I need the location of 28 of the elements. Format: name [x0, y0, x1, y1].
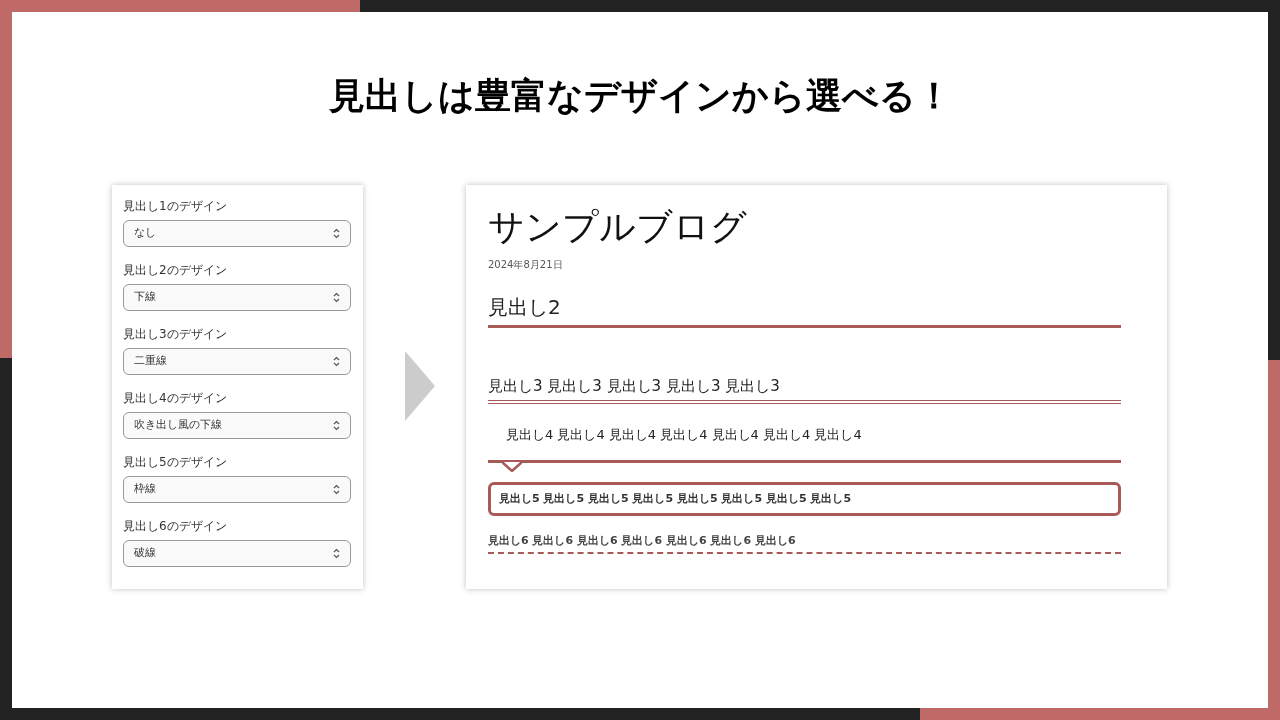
setting-label: 見出し4のデザイン [123, 391, 228, 406]
heading: 見出し6 見出し6 見出し6 見出し6 見出し6 見出し6 見出し6 [488, 534, 1121, 554]
setting-label: 見出し2のデザイン [123, 263, 228, 278]
chevron-updown-icon [333, 420, 340, 431]
design-select[interactable]: 吹き出し風の下線 [123, 412, 351, 439]
heading: 見出し4 見出し4 見出し4 見出し4 見出し4 見出し4 見出し4 [488, 426, 1121, 463]
setting-label: 見出し3のデザイン [123, 327, 228, 342]
setting-label: 見出し1のデザイン [123, 199, 228, 214]
blog-title: サンプルブログ [488, 205, 747, 249]
heading: 見出し5 見出し5 見出し5 見出し5 見出し5 見出し5 見出し5 見出し5 [488, 482, 1121, 516]
heading: 見出し3 見出し3 見出し3 見出し3 見出し3 [488, 376, 1121, 404]
chevron-updown-icon [333, 356, 340, 367]
design-select[interactable]: 二重線 [123, 348, 351, 375]
chevron-updown-icon [333, 292, 340, 303]
post-date: 2024年8月21日 [488, 259, 563, 271]
setting-label: 見出し5のデザイン [123, 455, 228, 470]
speech-tail-icon [502, 462, 522, 472]
design-select[interactable]: なし [123, 220, 351, 247]
design-select[interactable]: 下線 [123, 284, 351, 311]
design-select[interactable]: 破線 [123, 540, 351, 567]
arrow-icon [405, 351, 435, 421]
chevron-updown-icon [333, 484, 340, 495]
design-select[interactable]: 枠線 [123, 476, 351, 503]
slide-title: 見出しは豊富なデザインから選べる！ [328, 74, 952, 118]
heading: 見出し2 [488, 293, 1121, 328]
chevron-updown-icon [333, 228, 340, 239]
chevron-updown-icon [333, 548, 340, 559]
setting-label: 見出し6のデザイン [123, 519, 228, 534]
